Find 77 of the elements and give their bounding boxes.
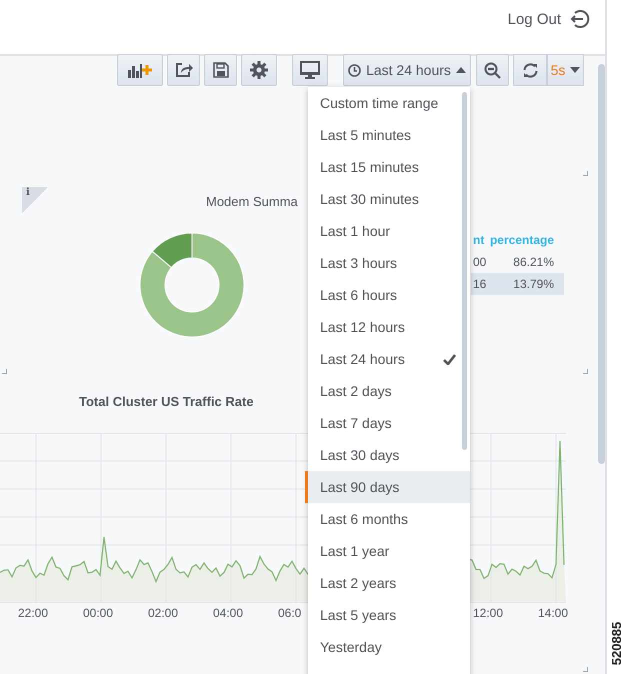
share-icon — [174, 62, 192, 78]
menu-item-label: Last 30 days — [320, 447, 400, 463]
axis-label: 14:00 — [538, 606, 570, 620]
resize-handle-icon[interactable] — [583, 171, 588, 176]
menu-item-label: Last 3 hours — [320, 255, 398, 271]
menu-item[interactable]: Last 30 days — [305, 439, 470, 471]
table-cell-text: 86.21% — [512, 255, 554, 269]
menu-item[interactable]: Last 6 months — [305, 503, 470, 535]
menu-item[interactable]: Last 30 minutes — [305, 183, 470, 215]
menu-item-label: Yesterday — [320, 639, 382, 655]
axis-label: 22:00 — [18, 606, 50, 620]
monitor-icon — [300, 61, 320, 79]
menu-item-label: Last 6 hours — [320, 287, 398, 303]
table-cell-text: 16 — [473, 277, 488, 291]
resize-handle-icon[interactable] — [583, 667, 588, 672]
menu-item-label: Last 1 year — [320, 543, 390, 559]
resize-handle-icon[interactable] — [583, 369, 588, 374]
menu-item[interactable]: Last 2 years — [305, 567, 470, 599]
figure-number: 520885 — [609, 622, 621, 666]
logout-button[interactable]: Log Out — [508, 8, 591, 30]
menu-item-label: Last 12 hours — [320, 319, 405, 335]
time-range-picker[interactable]: Last 24 hours — [343, 54, 471, 86]
axis-label: 02:00 — [148, 606, 180, 620]
caret-down-icon — [570, 67, 580, 73]
settings-icon — [250, 61, 268, 79]
tv-mode-button[interactable] — [292, 54, 328, 86]
bar-chart-plus-icon — [128, 61, 152, 79]
menu-item-label: Last 15 minutes — [320, 159, 419, 175]
menu-item[interactable]: Last 1 hour — [305, 215, 470, 247]
axis-label: 04:00 — [213, 606, 244, 620]
menu-item[interactable]: Last 90 days — [305, 471, 470, 503]
menu-item-label: Last 30 minutes — [320, 191, 419, 207]
panel-title: Total Cluster US Traffic Rate — [79, 394, 254, 409]
axis-label: 06:0 — [278, 606, 302, 620]
menu-item-label: Custom time range — [320, 95, 438, 111]
menu-item[interactable]: Last 12 hours — [305, 311, 470, 343]
refresh-icon — [522, 62, 538, 78]
menu-item[interactable]: Last 3 hours — [305, 247, 470, 279]
save-button[interactable] — [204, 54, 237, 86]
menu-item[interactable]: Last 5 minutes — [305, 119, 470, 151]
menu-item[interactable]: Last 6 hours — [305, 279, 470, 311]
menu-item-label: Last 5 minutes — [320, 127, 412, 143]
menu-item[interactable]: Last 5 years — [305, 599, 470, 631]
refresh-button[interactable] — [513, 54, 547, 86]
menu-item[interactable]: Custom time range — [305, 87, 470, 119]
menu-item-label: Last 5 years — [320, 607, 396, 623]
clock-icon — [348, 64, 362, 76]
menu-item-label: Last 24 hours — [320, 351, 405, 367]
panel-title: Modem Summa — [206, 194, 298, 209]
menu-item[interactable]: Last 1 year — [305, 535, 470, 567]
share-button[interactable] — [167, 54, 200, 86]
resize-handle-icon[interactable] — [2, 369, 7, 374]
menu-item-label: Last 2 days — [320, 383, 392, 399]
axis-label: 00:00 — [83, 606, 114, 620]
menu-item-label: Last 90 days — [320, 479, 400, 495]
caret-up-icon — [456, 67, 466, 73]
info-corner[interactable]: i — [22, 187, 48, 213]
zoom-out-button[interactable] — [476, 54, 509, 86]
scrollbar-thumb[interactable] — [598, 64, 605, 464]
menu-item[interactable]: Last 24 hours — [305, 343, 470, 375]
menu-item[interactable]: Yesterday — [305, 631, 470, 663]
menu-item-label: Last 2 years — [320, 575, 396, 591]
table-cell-text: 13.79% — [512, 277, 554, 291]
logout-icon — [569, 8, 591, 30]
menu-item[interactable]: Last 7 days — [305, 407, 470, 439]
menu-item-label: Last 7 days — [320, 415, 392, 431]
menu-item-label: Last 1 hour — [320, 223, 390, 239]
menu-item-label: Last 6 months — [320, 511, 408, 527]
menu-item[interactable]: Last 15 minutes — [305, 151, 470, 183]
scrollbar-thumb[interactable] — [462, 92, 467, 450]
axis-label: 12:00 — [473, 606, 504, 620]
settings-button[interactable] — [241, 54, 277, 86]
menu-item[interactable]: Last 2 days — [305, 375, 470, 407]
zoom-out-icon — [484, 62, 501, 78]
table-cell-text: 00 — [473, 255, 488, 269]
save-icon — [212, 62, 228, 78]
add-panel-button[interactable] — [117, 54, 163, 86]
